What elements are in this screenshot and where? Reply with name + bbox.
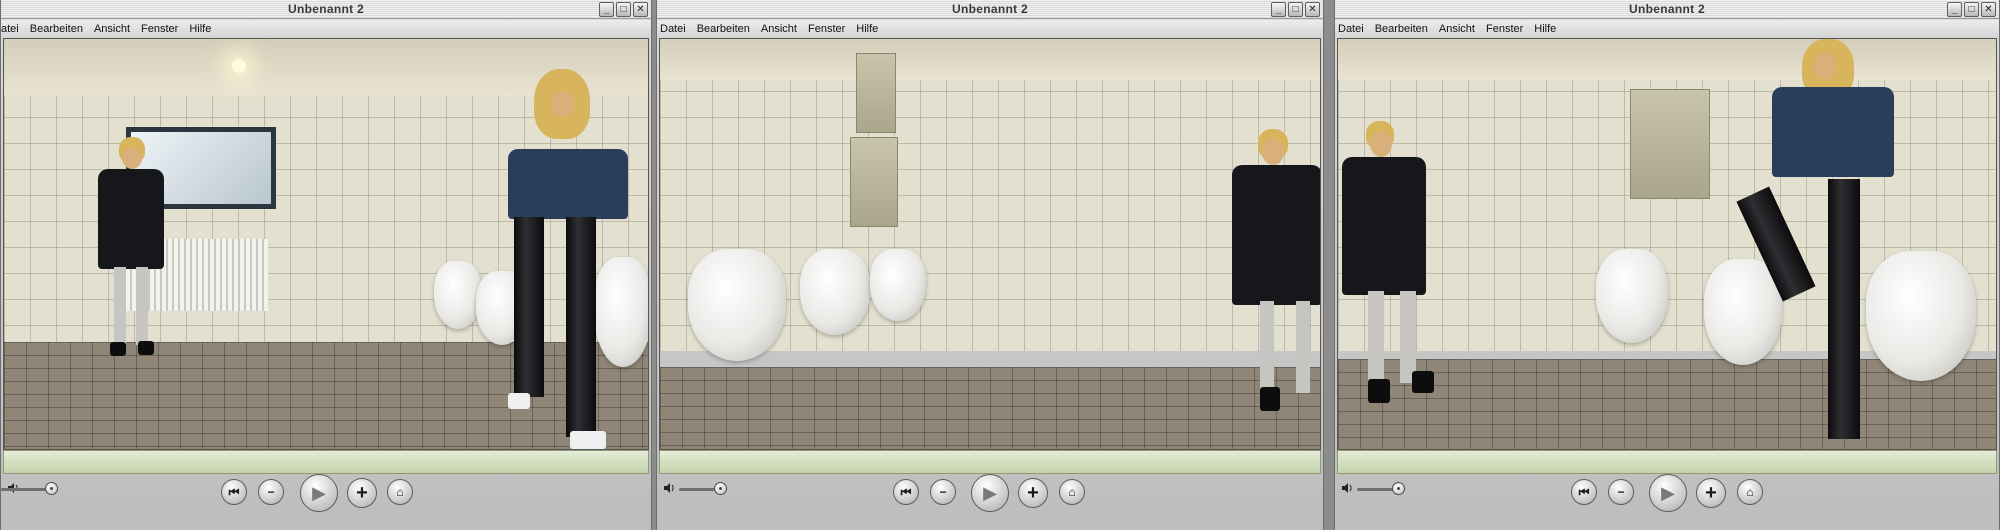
home-button[interactable]: ⌂	[1737, 479, 1763, 505]
menu-bearbeiten[interactable]: Bearbeiten	[1375, 23, 1428, 35]
title-bar[interactable]: Unbenannt 2 _ □ ✕	[1, 0, 651, 19]
wall-panel	[1630, 89, 1710, 199]
close-button[interactable]: ✕	[1981, 2, 1996, 17]
window-title: Unbenannt 2	[288, 2, 364, 16]
menu-datei[interactable]: atei	[1, 23, 19, 35]
urinal	[1596, 249, 1668, 343]
menu-bar: atei Bearbeiten Ansicht Fenster Hilfe	[1, 20, 651, 38]
menu-bar: Datei Bearbeiten Ansicht Fenster Hilfe	[1335, 20, 1999, 38]
menu-bearbeiten[interactable]: Bearbeiten	[30, 23, 83, 35]
person-black-coat	[1226, 129, 1320, 429]
maximize-button[interactable]: □	[1288, 2, 1303, 17]
volume-slider-knob[interactable]	[1392, 482, 1405, 495]
volume-slider-knob[interactable]	[714, 482, 727, 495]
menu-hilfe[interactable]: Hilfe	[189, 23, 211, 35]
volume-slider-knob[interactable]	[45, 482, 58, 495]
home-button[interactable]: ⌂	[1059, 479, 1085, 505]
menu-hilfe[interactable]: Hilfe	[1534, 23, 1556, 35]
maximize-button[interactable]: □	[616, 2, 631, 17]
close-button[interactable]: ✕	[633, 2, 648, 17]
menu-ansicht[interactable]: Ansicht	[94, 23, 130, 35]
video-frame[interactable]	[659, 38, 1321, 450]
maximize-button[interactable]: □	[1964, 2, 1979, 17]
window-title: Unbenannt 2	[952, 2, 1028, 16]
step-forward-button[interactable]: +	[1696, 478, 1726, 508]
menu-fenster[interactable]: Fenster	[141, 23, 178, 35]
status-bar	[659, 450, 1321, 474]
speaker-icon	[663, 482, 675, 494]
status-bar	[1337, 450, 1997, 474]
player-window-2: Unbenannt 2 _ □ ✕ Datei Bearbeiten Ansic…	[656, 0, 1324, 530]
home-button[interactable]: ⌂	[387, 479, 413, 505]
minimize-button[interactable]: _	[599, 2, 614, 17]
step-back-button[interactable]: −	[258, 479, 284, 505]
status-bar	[3, 450, 649, 474]
ceiling-lamp	[232, 59, 246, 73]
menu-ansicht[interactable]: Ansicht	[1439, 23, 1475, 35]
urinal	[434, 261, 482, 329]
player-window-1: Unbenannt 2 _ □ ✕ atei Bearbeiten Ansich…	[0, 0, 652, 530]
menu-fenster[interactable]: Fenster	[808, 23, 845, 35]
wall-panel	[856, 53, 896, 133]
menu-datei[interactable]: Datei	[1338, 23, 1364, 35]
urinal	[688, 249, 786, 361]
volume-slider-track[interactable]	[679, 488, 719, 491]
control-bar: ⏮ − ▶ + ⌂	[657, 474, 1323, 530]
urinal	[870, 249, 926, 321]
video-frame[interactable]	[3, 38, 649, 450]
ceiling	[660, 39, 1320, 80]
speaker-icon	[1341, 482, 1353, 494]
step-back-button[interactable]: −	[1608, 479, 1634, 505]
step-forward-button[interactable]: +	[1018, 478, 1048, 508]
menu-fenster[interactable]: Fenster	[1486, 23, 1523, 35]
rewind-button[interactable]: ⏮	[893, 479, 919, 505]
rewind-button[interactable]: ⏮	[1571, 479, 1597, 505]
person-denim-jacket	[504, 69, 648, 449]
rewind-button[interactable]: ⏮	[221, 479, 247, 505]
menu-bearbeiten[interactable]: Bearbeiten	[697, 23, 750, 35]
window-title: Unbenannt 2	[1629, 2, 1705, 16]
tiled-floor	[660, 367, 1320, 449]
person-black-coat	[1338, 121, 1438, 411]
minimize-button[interactable]: _	[1947, 2, 1962, 17]
play-button[interactable]: ▶	[971, 474, 1009, 512]
person-denim-jacket	[1736, 39, 1908, 449]
control-bar: ⏮ − ▶ + ⌂	[1335, 474, 1999, 530]
menu-datei[interactable]: Datei	[660, 23, 686, 35]
close-button[interactable]: ✕	[1305, 2, 1320, 17]
menu-hilfe[interactable]: Hilfe	[856, 23, 878, 35]
play-button[interactable]: ▶	[300, 474, 338, 512]
video-frame[interactable]	[1337, 38, 1997, 450]
person-black-coat	[84, 137, 174, 357]
wall-panel	[850, 137, 898, 227]
step-forward-button[interactable]: +	[347, 478, 377, 508]
title-bar[interactable]: Unbenannt 2 _ □ ✕	[1335, 0, 1999, 19]
control-bar: ⏮ − ▶ + ⌂	[1, 474, 651, 530]
minimize-button[interactable]: _	[1271, 2, 1286, 17]
title-bar[interactable]: Unbenannt 2 _ □ ✕	[657, 0, 1323, 19]
urinal	[800, 249, 870, 335]
play-button[interactable]: ▶	[1649, 474, 1687, 512]
step-back-button[interactable]: −	[930, 479, 956, 505]
volume-slider-track[interactable]	[1357, 488, 1397, 491]
menu-bar: Datei Bearbeiten Ansicht Fenster Hilfe	[657, 20, 1323, 38]
menu-ansicht[interactable]: Ansicht	[761, 23, 797, 35]
player-window-3: Unbenannt 2 _ □ ✕ Datei Bearbeiten Ansic…	[1334, 0, 2000, 530]
